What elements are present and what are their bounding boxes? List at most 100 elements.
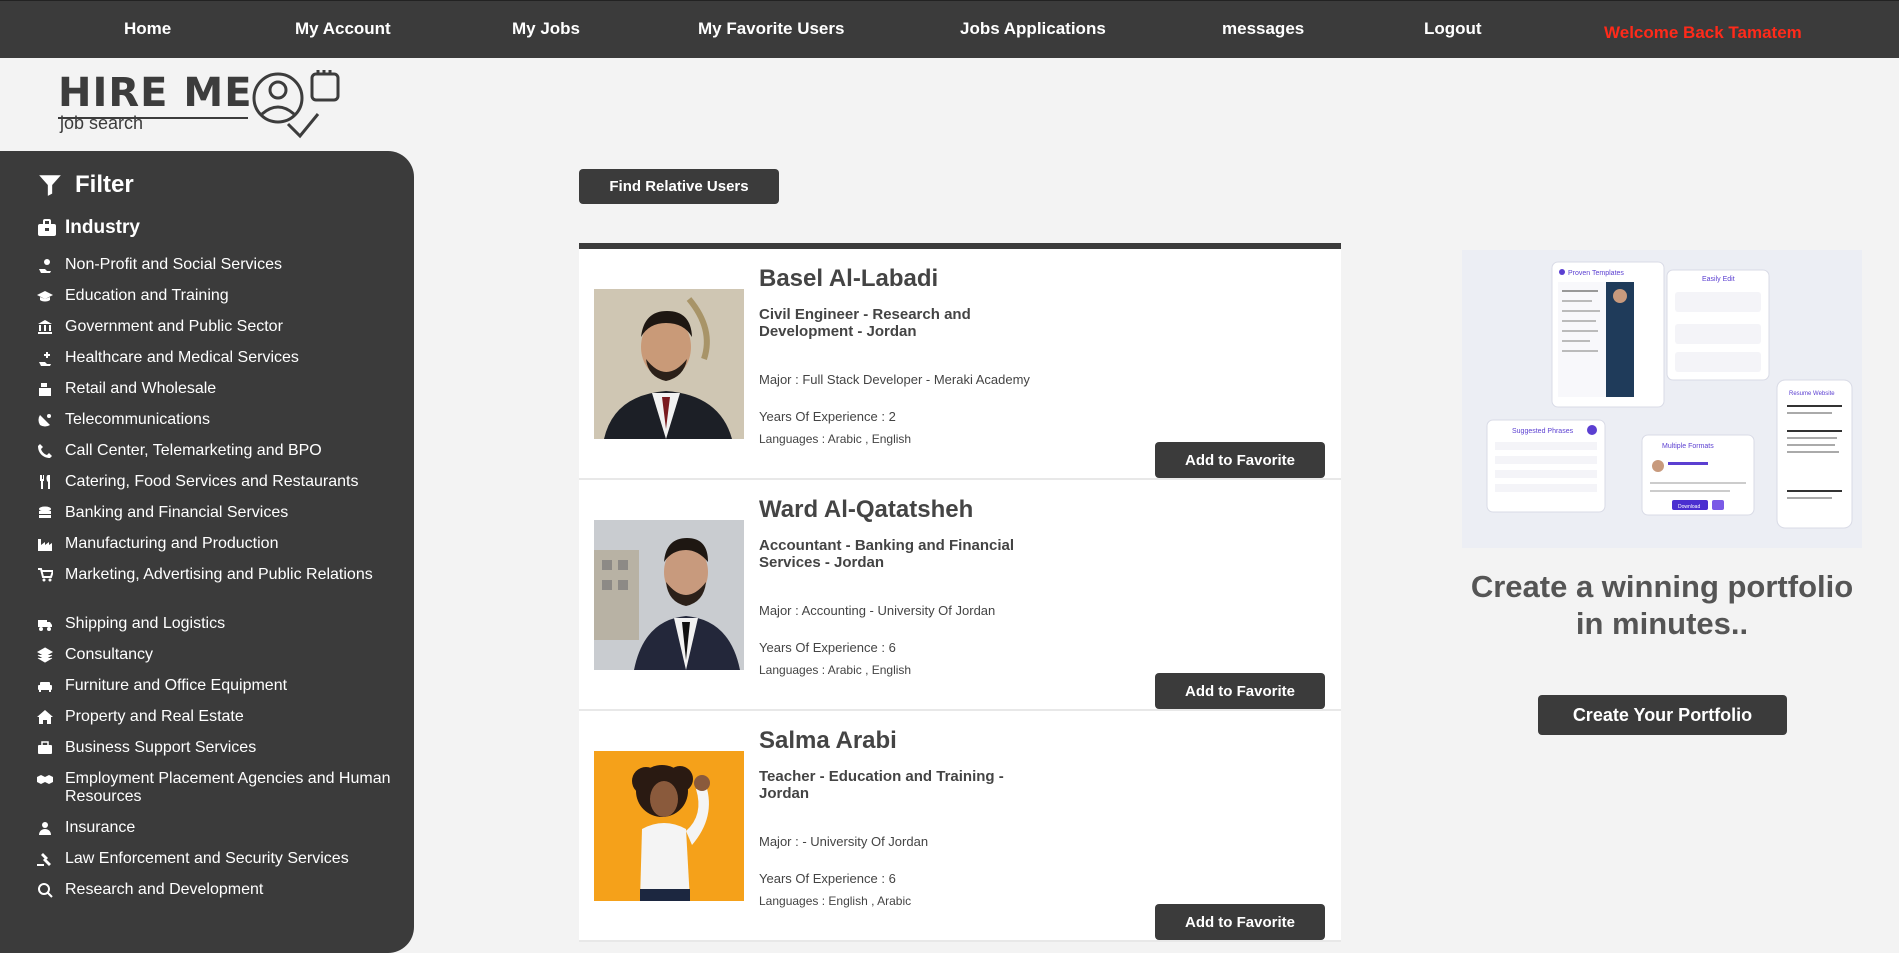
industry-filter-label: Healthcare and Medical Services	[65, 349, 299, 366]
industry-filter-label: Banking and Financial Services	[65, 504, 289, 521]
truck-icon	[37, 616, 55, 637]
create-portfolio-button[interactable]: Create Your Portfolio	[1538, 695, 1787, 735]
user-experience: Years Of Experience : 6	[759, 640, 896, 655]
nav-messages-link[interactable]: messages	[1222, 19, 1304, 39]
industry-filter-item[interactable]: Telecommunications	[37, 411, 409, 442]
nav-my-jobs-link[interactable]: My Jobs	[512, 19, 580, 39]
mock-multiple-formats: Multiple Formats	[1662, 443, 1714, 450]
user-name[interactable]: Ward Al-Qatatsheh	[759, 496, 973, 524]
industry-filter-label: Employment Placement Agencies and Human …	[65, 770, 391, 805]
welcome-message: Welcome Back Tamatem	[1604, 23, 1802, 42]
landmark-icon	[37, 319, 55, 340]
couch-icon	[37, 678, 55, 699]
logo-brand-text: HIRE ME	[58, 70, 253, 116]
nav-my-account-link[interactable]: My Account	[295, 19, 391, 39]
user-major: Major : Accounting - University Of Jorda…	[759, 603, 996, 618]
industry-filter-label: Education and Training	[65, 287, 229, 304]
logo-tagline: job search	[60, 113, 144, 133]
industry-filter-label: Manufacturing and Production	[65, 535, 279, 552]
industry-filter-label: Law Enforcement and Security Services	[65, 850, 349, 867]
user-experience: Years Of Experience : 6	[759, 871, 896, 886]
industry-filter-label: Marketing, Advertising and Public Relati…	[65, 566, 373, 583]
nav-job-applications-link[interactable]: Jobs Applications	[960, 19, 1106, 39]
industry-filter-item[interactable]: Retail and Wholesale	[37, 380, 409, 411]
industry-filter-label: Research and Development	[65, 881, 264, 898]
top-navbar: Home My Account My Jobs My Favorite User…	[0, 0, 1899, 58]
user-results-list: Basel Al-Labadi Civil Engineer - Researc…	[579, 243, 1341, 942]
portfolio-promo-image: Proven Templates Easily Edit Suggested P…	[1462, 250, 1862, 548]
user-shield-icon	[37, 820, 55, 841]
filter-heading: Filter	[37, 171, 134, 199]
user-photo	[594, 520, 744, 670]
industry-filter-item[interactable]: Marketing, Advertising and Public Relati…	[37, 566, 409, 615]
handshake-icon	[37, 771, 55, 792]
industry-briefcase-icon	[38, 219, 56, 236]
industry-filter-item[interactable]: Catering, Food Services and Restaurants	[37, 473, 409, 504]
home-icon	[37, 709, 55, 730]
hand-holding-medical-icon	[37, 350, 55, 371]
user-job-title: Civil Engineer - Research and Developmen…	[759, 306, 971, 340]
industry-filter-item[interactable]: Education and Training	[37, 287, 409, 318]
mock-easily-edit: Easily Edit	[1702, 276, 1735, 283]
industry-filter-label: Retail and Wholesale	[65, 380, 217, 397]
utensils-icon	[37, 474, 55, 495]
add-to-favorite-button[interactable]: Add to Favorite	[1155, 904, 1325, 940]
cash-register-icon	[37, 381, 55, 402]
industry-filter-item[interactable]: Shipping and Logistics	[37, 615, 409, 646]
industry-filter-item[interactable]: Research and Development	[37, 881, 409, 912]
industry-filter-item[interactable]: Employment Placement Agencies and Human …	[37, 770, 409, 819]
industry-filter-item[interactable]: Healthcare and Medical Services	[37, 349, 409, 380]
nav-favorite-users-link[interactable]: My Favorite Users	[698, 19, 844, 39]
industry-filter-item[interactable]: Non-Profit and Social Services	[37, 256, 409, 287]
industry-filter-label: Call Center, Telemarketing and BPO	[65, 442, 322, 459]
industry-filter-item[interactable]: Insurance	[37, 819, 409, 850]
industry-filter-label: Non-Profit and Social Services	[65, 256, 282, 273]
user-job-title: Teacher - Education and Training - Jorda…	[759, 768, 1004, 802]
industry-filter-item[interactable]: Law Enforcement and Security Services	[37, 850, 409, 881]
industry-filter-item[interactable]: Call Center, Telemarketing and BPO	[37, 442, 409, 473]
industry-filter-label: Business Support Services	[65, 739, 257, 756]
user-card: Basel Al-Labadi Civil Engineer - Researc…	[579, 249, 1341, 480]
gavel-icon	[37, 851, 55, 872]
industry-filter-item[interactable]: Banking and Financial Services	[37, 504, 409, 535]
industry-list: Non-Profit and Social Services Education …	[36, 256, 409, 912]
industry-filter-label: Consultancy	[65, 646, 154, 663]
satellite-dish-icon	[37, 412, 55, 433]
layers-icon	[36, 647, 55, 668]
industry-filter-item[interactable]: Business Support Services	[37, 739, 409, 770]
industry-filter-label: Catering, Food Services and Restaurants	[65, 473, 359, 490]
mock-proven-templates: Proven Templates	[1568, 270, 1624, 277]
site-logo[interactable]: HIRE ME job search	[58, 70, 348, 142]
industry-icon	[37, 536, 55, 557]
industry-filter-label: Insurance	[65, 819, 136, 836]
industry-filter-item[interactable]: Manufacturing and Production	[37, 535, 409, 566]
user-card: Ward Al-Qatatsheh Accountant - Banking a…	[579, 480, 1341, 711]
find-relative-users-button[interactable]: Find Relative Users	[579, 169, 779, 204]
mock-download: Download	[1678, 504, 1700, 510]
user-languages: Languages : Arabic , English	[759, 432, 912, 446]
user-card: Salma Arabi Teacher - Education and Trai…	[579, 711, 1341, 942]
filter-sidebar: Filter Industry Non-Profit and Social Se…	[0, 151, 414, 953]
user-major: Major : - University Of Jordan	[759, 834, 929, 849]
user-name[interactable]: Basel Al-Labadi	[759, 265, 938, 293]
add-to-favorite-button[interactable]: Add to Favorite	[1155, 442, 1325, 478]
industry-filter-label: Telecommunications	[65, 411, 210, 428]
nav-home-link[interactable]: Home	[124, 19, 171, 39]
industry-filter-item[interactable]: Property and Real Estate	[37, 708, 409, 739]
nav-logout-link[interactable]: Logout	[1424, 19, 1482, 39]
user-experience: Years Of Experience : 2	[759, 409, 896, 424]
search-icon	[37, 882, 55, 903]
hand-holding-icon	[37, 257, 55, 278]
user-photo	[594, 289, 744, 439]
user-job-title: Accountant - Banking and Financial Servi…	[759, 537, 1015, 571]
user-name[interactable]: Salma Arabi	[759, 727, 897, 755]
coins-icon	[37, 505, 55, 526]
add-to-favorite-button[interactable]: Add to Favorite	[1155, 673, 1325, 709]
user-languages: Languages : Arabic , English	[759, 663, 912, 677]
industry-filter-item[interactable]: Consultancy	[36, 646, 409, 677]
logo-person-hand-icon	[252, 70, 340, 139]
industry-filter-item[interactable]: Furniture and Office Equipment	[37, 677, 409, 708]
briefcase-icon	[37, 740, 55, 761]
industry-title: Industry	[65, 217, 140, 238]
industry-filter-item[interactable]: Government and Public Sector	[37, 318, 409, 349]
